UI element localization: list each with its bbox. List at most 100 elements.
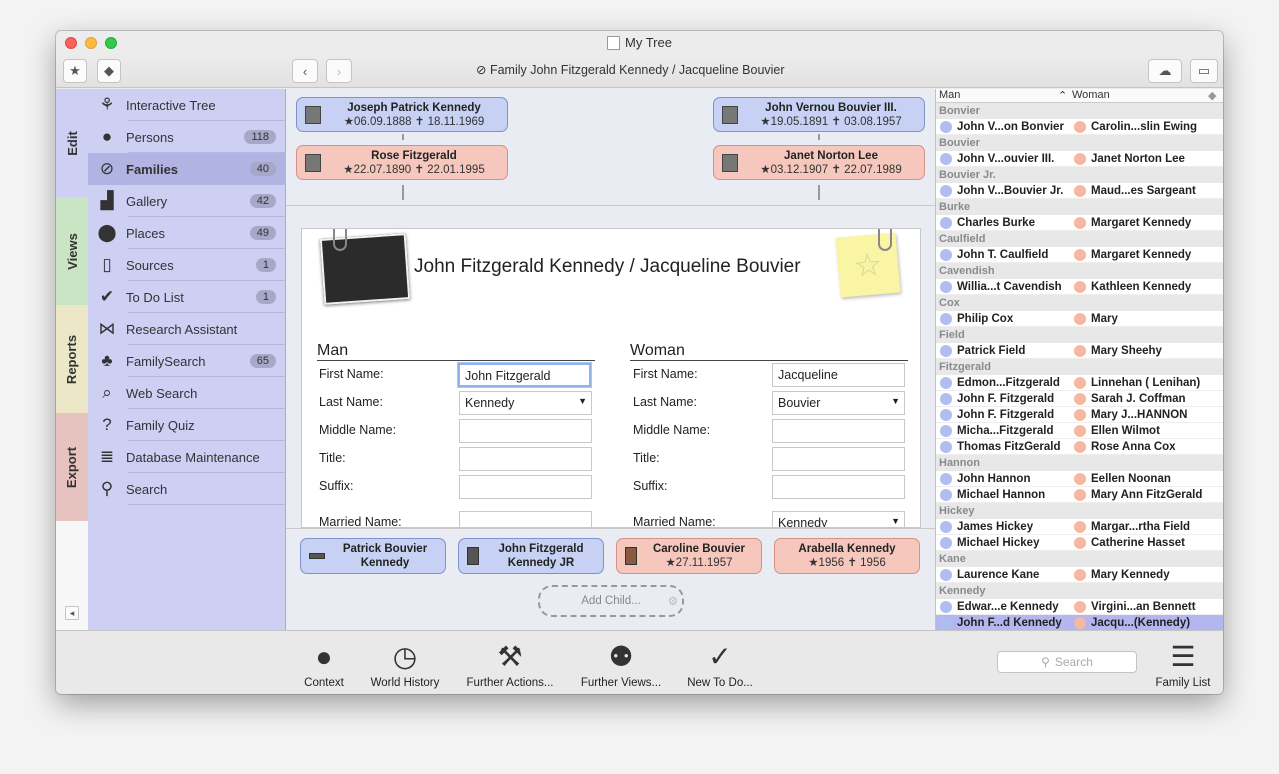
family-row[interactable]: Micha...Fitzgerald Ellen Wilmot [936, 423, 1223, 439]
count-badge: 65 [249, 354, 276, 368]
woman-last-name-select[interactable]: Bouvier ▼ [772, 391, 905, 415]
man-cell: Patrick Field [936, 343, 1070, 358]
man-married-name-field[interactable] [459, 511, 592, 527]
new-todo-button[interactable]: ✓ New To Do... [682, 637, 758, 689]
sidebar-item-to-do-list[interactable]: ✔ To Do List 1 [88, 281, 286, 313]
middle-name-label: Middle Name: [633, 423, 711, 437]
back-button[interactable]: ‹ [292, 59, 318, 83]
man-cell: John V...ouvier III. [936, 151, 1070, 166]
tab-edit[interactable]: Edit [56, 89, 88, 197]
world-history-button[interactable]: ◷ World History [366, 637, 444, 689]
man-cell: John Hannon [936, 471, 1070, 486]
man-suffix-field[interactable] [459, 475, 592, 499]
woman-name: Mary J...HANNON [1091, 408, 1188, 421]
sidebar-item-interactive-tree[interactable]: ⚘ Interactive Tree [88, 89, 286, 121]
sidebar-item-places[interactable]: ⬤ Places 49 [88, 217, 286, 249]
family-row[interactable]: Willia...t Cavendish Kathleen Kennedy [936, 279, 1223, 295]
family-row[interactable]: Philip Cox Mary [936, 311, 1223, 327]
sidebar-item-research-assistant[interactable]: ⋈ Research Assistant [88, 313, 286, 345]
add-child-button[interactable]: Add Child... ⚙ [538, 585, 684, 617]
man-middle-name-field[interactable] [459, 419, 592, 443]
family-row[interactable]: Edmon...Fitzgerald Linnehan ( Lenihan) [936, 375, 1223, 391]
sidebar-item-search[interactable]: ⚲ Search [88, 473, 286, 505]
child-card[interactable]: Arabella Kennedy ★1956 ✝ 1956 [774, 538, 920, 574]
family-list-button[interactable]: ☰ Family List [1150, 637, 1216, 689]
family-row[interactable]: John T. Caulfield Margaret Kennedy [936, 247, 1223, 263]
man-name: Charles Burke [957, 216, 1035, 229]
man-first-name-field[interactable]: John Fitzgerald [458, 363, 591, 387]
man-name: John Hannon [957, 472, 1031, 485]
person-card-man-father[interactable]: Joseph Patrick Kennedy ★06.09.1888 ✝ 18.1… [296, 97, 508, 132]
last-name-label: Last Name: [633, 395, 697, 409]
family-row[interactable]: Michael Hickey Catherine Hasset [936, 535, 1223, 551]
minimize-window-button[interactable] [85, 37, 97, 49]
family-row[interactable]: John F. Fitzgerald Sarah J. Coffman [936, 391, 1223, 407]
collapse-sidebar-button[interactable]: ◂ [65, 606, 79, 620]
family-row[interactable]: John F...d Kennedy Jacqu...(Kennedy) [936, 615, 1223, 630]
further-views-button[interactable]: ⚉ Further Views... [576, 637, 666, 689]
tab-reports[interactable]: Reports [56, 305, 88, 413]
family-row[interactable]: John V...ouvier III. Janet Norton Lee [936, 151, 1223, 167]
person-card-man-mother[interactable]: Rose Fitzgerald ★22.07.1890 ✝ 22.01.1995 [296, 145, 508, 180]
count-badge: 1 [255, 290, 276, 304]
child-card[interactable]: John Fitzgerald Kennedy JR [458, 538, 604, 574]
zoom-window-button[interactable] [105, 37, 117, 49]
woman-married-name-select[interactable]: Kennedy ▼ [772, 511, 905, 527]
man-name: Edmon...Fitzgerald [957, 376, 1060, 389]
search-input[interactable]: ⚲ Search [997, 651, 1137, 673]
person-card-woman-mother[interactable]: Janet Norton Lee ★03.12.1907 ✝ 22.07.1989 [713, 145, 925, 180]
woman-middle-name-field[interactable] [772, 419, 905, 443]
count-badge: 49 [249, 226, 276, 240]
favorites-button[interactable]: ★ [63, 59, 87, 83]
woman-cell: Mary Sheehy [1070, 343, 1204, 358]
further-actions-button[interactable]: ⚒ Further Actions... [460, 637, 560, 689]
family-row[interactable]: Patrick Field Mary Sheehy [936, 343, 1223, 359]
man-title-field[interactable] [459, 447, 592, 471]
family-row[interactable]: Michael Hannon Mary Ann FitzGerald [936, 487, 1223, 503]
male-icon [940, 152, 952, 165]
portrait-thumbnail [309, 553, 325, 559]
sidebar-toggle-button[interactable]: ▭ [1190, 59, 1218, 83]
sidebar-item-families[interactable]: ⊘ Families 40 [88, 153, 286, 185]
sidebar-item-persons[interactable]: ● Persons 118 [88, 121, 286, 153]
child-card[interactable]: Patrick Bouvier Kennedy [300, 538, 446, 574]
cloud-button[interactable]: ☁ [1148, 59, 1182, 83]
family-row[interactable]: Laurence Kane Mary Kennedy [936, 567, 1223, 583]
female-icon [1074, 248, 1086, 261]
sidebar-item-gallery[interactable]: ▟ Gallery 42 [88, 185, 286, 217]
column-header-woman[interactable]: Woman [1072, 89, 1110, 101]
sidebar-item-sources[interactable]: ▯ Sources 1 [88, 249, 286, 281]
tab-views[interactable]: Views [56, 197, 88, 305]
family-row[interactable]: Edwar...e Kennedy Virgini...an Bennett [936, 599, 1223, 615]
family-row[interactable]: John V...Bouvier Jr. Maud...es Sargeant [936, 183, 1223, 199]
family-row[interactable]: Charles Burke Margaret Kennedy [936, 215, 1223, 231]
column-header-man[interactable]: Man [939, 89, 960, 101]
family-row[interactable]: Thomas FitzGerald Rose Anna Cox [936, 439, 1223, 455]
child-card[interactable]: Caroline Bouvier ★27.11.1957 [616, 538, 762, 574]
tab-export[interactable]: Export [56, 413, 88, 521]
female-icon [1074, 120, 1086, 133]
woman-name: Virgini...an Bennett [1091, 600, 1196, 613]
sidebar-item-family-quiz[interactable]: ? Family Quiz [88, 409, 286, 441]
family-row[interactable]: John V...on Bonvier Carolin...slin Ewing [936, 119, 1223, 135]
forward-button[interactable]: › [326, 59, 352, 83]
family-row[interactable]: John F. Fitzgerald Mary J...HANNON [936, 407, 1223, 423]
context-button[interactable]: ● Context [302, 637, 346, 689]
person-card-woman-father[interactable]: John Vernou Bouvier III. ★19.05.1891 ✝ 03… [713, 97, 925, 132]
male-icon [940, 184, 952, 197]
man-name: John F. Fitzgerald [957, 392, 1055, 405]
family-row[interactable]: James Hickey Margar...rtha Field [936, 519, 1223, 535]
count-badge: 40 [249, 162, 276, 176]
family-row[interactable]: John Hannon Eellen Noonan [936, 471, 1223, 487]
sidebar-item-web-search[interactable]: ⌕ Web Search [88, 377, 286, 409]
bookmark-button[interactable]: ◆ [97, 59, 121, 83]
family-record-sheet: John Fitzgerald Kennedy / Jacqueline Bou… [301, 228, 921, 528]
close-window-button[interactable] [65, 37, 77, 49]
star-icon: ★ [69, 63, 81, 78]
sidebar-item-familysearch[interactable]: ♣ FamilySearch 65 [88, 345, 286, 377]
woman-suffix-field[interactable] [772, 475, 905, 499]
woman-first-name-field[interactable]: Jacqueline [772, 363, 905, 387]
woman-title-field[interactable] [772, 447, 905, 471]
man-last-name-select[interactable]: Kennedy ▼ [459, 391, 592, 415]
sidebar-item-database-maintenance[interactable]: ≣ Database Maintenance [88, 441, 286, 473]
